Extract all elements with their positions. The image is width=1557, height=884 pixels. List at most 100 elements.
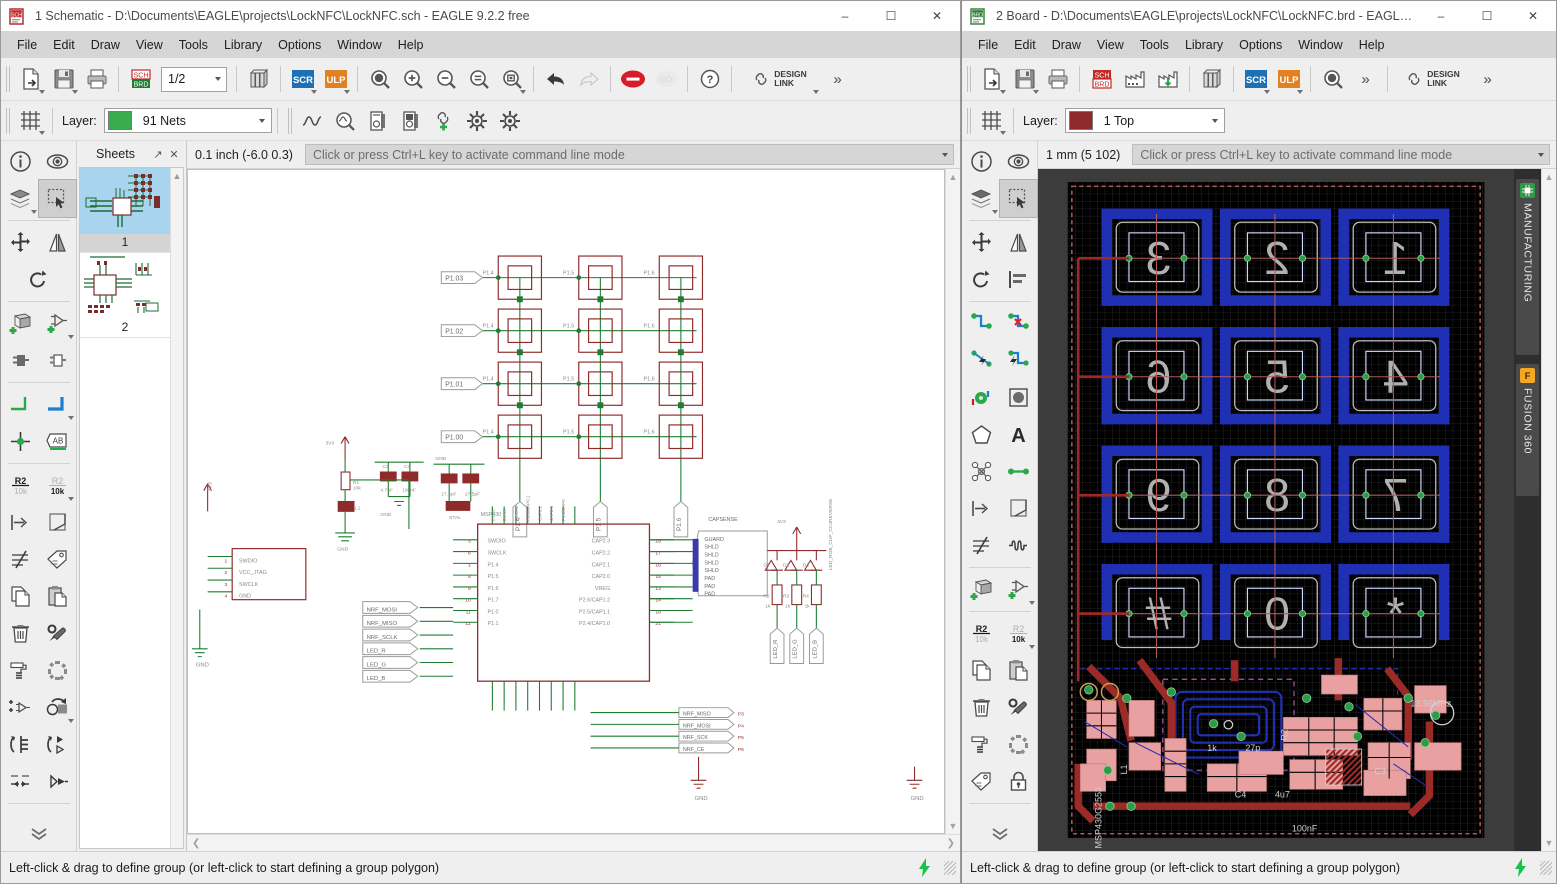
menu-help[interactable]: Help bbox=[390, 35, 432, 55]
paste-icon[interactable] bbox=[1000, 652, 1037, 689]
pin-icon[interactable] bbox=[39, 763, 76, 800]
sheets-scrollbar[interactable]: ▲ bbox=[170, 168, 183, 848]
chevron-down-icon[interactable] bbox=[1538, 152, 1544, 157]
resize-grip[interactable] bbox=[1540, 860, 1552, 875]
save-file-button[interactable] bbox=[47, 63, 80, 96]
display-layers-icon[interactable] bbox=[963, 180, 1000, 217]
rotate-icon[interactable] bbox=[963, 261, 1000, 298]
scroll-up-icon[interactable]: ▲ bbox=[949, 172, 958, 182]
toolbar-overflow-button[interactable]: » bbox=[821, 63, 854, 96]
minimize-button[interactable]: – bbox=[822, 1, 868, 31]
zoom-out-button[interactable] bbox=[429, 63, 462, 96]
command-line-input[interactable]: Click or press Ctrl+L key to activate co… bbox=[304, 144, 954, 165]
zoom-fit-button[interactable] bbox=[1316, 63, 1349, 96]
grid-icon[interactable] bbox=[975, 104, 1008, 137]
smash-icon[interactable] bbox=[2, 504, 39, 541]
fusion-sync-bolt-icon[interactable] bbox=[1500, 857, 1540, 878]
manufacturing-export-button[interactable] bbox=[1151, 63, 1184, 96]
dimension-icon[interactable] bbox=[2, 763, 39, 800]
group-icon[interactable] bbox=[1000, 726, 1037, 763]
grid-icon[interactable] bbox=[14, 104, 47, 137]
paste-icon[interactable] bbox=[39, 578, 76, 615]
scroll-left-icon[interactable]: ❮ bbox=[192, 838, 200, 849]
resize-grip[interactable] bbox=[944, 860, 956, 875]
info-icon[interactable] bbox=[963, 143, 1000, 180]
close-button[interactable]: ✕ bbox=[914, 1, 960, 31]
menu-library[interactable]: Library bbox=[1177, 35, 1231, 55]
chevron-down-icon[interactable] bbox=[254, 109, 271, 132]
close-icon[interactable]: ✕ bbox=[166, 148, 182, 161]
minimize-button[interactable]: – bbox=[1418, 1, 1464, 31]
zoom-in-button[interactable] bbox=[396, 63, 429, 96]
drc-tool-button[interactable] bbox=[395, 104, 428, 137]
ratsnest-icon[interactable] bbox=[1000, 342, 1037, 379]
design-link-button[interactable]: DESIGN LINK bbox=[737, 63, 821, 96]
menu-edit[interactable]: Edit bbox=[45, 35, 83, 55]
run-ulp-button[interactable]: ULP bbox=[319, 63, 352, 96]
menu-view[interactable]: View bbox=[128, 35, 171, 55]
name-icon[interactable]: R2 10k bbox=[2, 467, 39, 504]
toolbar-grip[interactable] bbox=[6, 107, 11, 134]
menu-view[interactable]: View bbox=[1089, 35, 1132, 55]
eagle-control-panel-button[interactable] bbox=[461, 104, 494, 137]
mirror-icon[interactable] bbox=[1000, 224, 1037, 261]
menu-window[interactable]: Window bbox=[1290, 35, 1350, 55]
wire-icon[interactable] bbox=[1000, 453, 1037, 490]
menu-options[interactable]: Options bbox=[270, 35, 329, 55]
net-tool-button[interactable] bbox=[296, 104, 329, 137]
maximize-button[interactable]: ☐ bbox=[868, 1, 914, 31]
split-icon[interactable] bbox=[963, 527, 1000, 564]
add-gate-icon[interactable] bbox=[39, 305, 76, 342]
copy-icon[interactable] bbox=[2, 578, 39, 615]
schematic-vertical-scrollbar[interactable]: ▲ ▼ bbox=[945, 169, 960, 834]
invoke-icon[interactable] bbox=[2, 689, 39, 726]
hole-icon[interactable] bbox=[1000, 379, 1037, 416]
sheet-item-2[interactable]: 2 bbox=[80, 253, 170, 338]
toolbar-grip[interactable] bbox=[967, 66, 972, 92]
print-button[interactable] bbox=[80, 63, 113, 96]
menu-draw[interactable]: Draw bbox=[1044, 35, 1089, 55]
polygon-icon[interactable] bbox=[963, 416, 1000, 453]
paint-icon[interactable] bbox=[963, 726, 1000, 763]
scroll-down-icon[interactable]: ▼ bbox=[949, 821, 958, 831]
value-icon[interactable]: R2 10k bbox=[1000, 615, 1037, 652]
pinswap-icon[interactable] bbox=[2, 342, 39, 379]
layer-combo[interactable]: 91 Nets bbox=[103, 108, 272, 133]
pinswap2-icon[interactable] bbox=[2, 726, 39, 763]
toolbar-overflow-button-2[interactable]: » bbox=[1471, 63, 1504, 96]
switch-to-board-button[interactable]: SCH BRD bbox=[124, 63, 157, 96]
scroll-right-icon[interactable]: ❯ bbox=[947, 838, 955, 849]
route-icon[interactable] bbox=[963, 305, 1000, 342]
menu-file[interactable]: File bbox=[970, 35, 1006, 55]
chevron-down-icon[interactable] bbox=[209, 68, 226, 91]
label-icon[interactable]: AB bbox=[39, 423, 76, 460]
run-script-button[interactable]: SCR bbox=[286, 63, 319, 96]
undo-button[interactable] bbox=[539, 63, 572, 96]
junction-icon[interactable] bbox=[2, 423, 39, 460]
add-part-icon[interactable] bbox=[2, 305, 39, 342]
sheet-selector-combo[interactable]: 1/2 bbox=[161, 66, 227, 92]
scroll-down-icon[interactable]: ▼ bbox=[1545, 838, 1554, 848]
save-file-button[interactable] bbox=[1008, 63, 1041, 96]
toolbar-overflow-button-1[interactable]: » bbox=[1349, 63, 1382, 96]
layer-combo[interactable]: 1 Top bbox=[1064, 108, 1225, 133]
rotate-icon[interactable] bbox=[20, 261, 57, 298]
miter-icon[interactable] bbox=[1000, 490, 1037, 527]
dock-tab-manufacturing[interactable]: MANUFACTURING bbox=[1516, 179, 1539, 355]
erc-tool-button[interactable] bbox=[362, 104, 395, 137]
replace-gate-icon[interactable] bbox=[39, 689, 76, 726]
attribute-icon[interactable] bbox=[39, 541, 76, 578]
bus-draw-icon[interactable] bbox=[39, 386, 76, 423]
open-file-button[interactable] bbox=[14, 63, 47, 96]
palette-more-button[interactable] bbox=[1, 817, 77, 851]
ripup-icon[interactable] bbox=[1000, 305, 1037, 342]
design-link-button[interactable]: DESIGN LINK bbox=[1393, 63, 1471, 96]
delete-icon[interactable] bbox=[2, 615, 39, 652]
board-canvas[interactable]: 123 456 789 * 0 # 13.56MHz 1k 27p C4 4u7… bbox=[1038, 169, 1514, 851]
switch-to-schematic-button[interactable]: SCH BRD bbox=[1085, 63, 1118, 96]
attribute-icon[interactable] bbox=[963, 763, 1000, 800]
change-icon[interactable] bbox=[39, 615, 76, 652]
info-icon[interactable] bbox=[2, 143, 39, 180]
library-manager-button[interactable] bbox=[242, 63, 275, 96]
scroll-up-icon[interactable]: ▲ bbox=[1545, 172, 1554, 182]
